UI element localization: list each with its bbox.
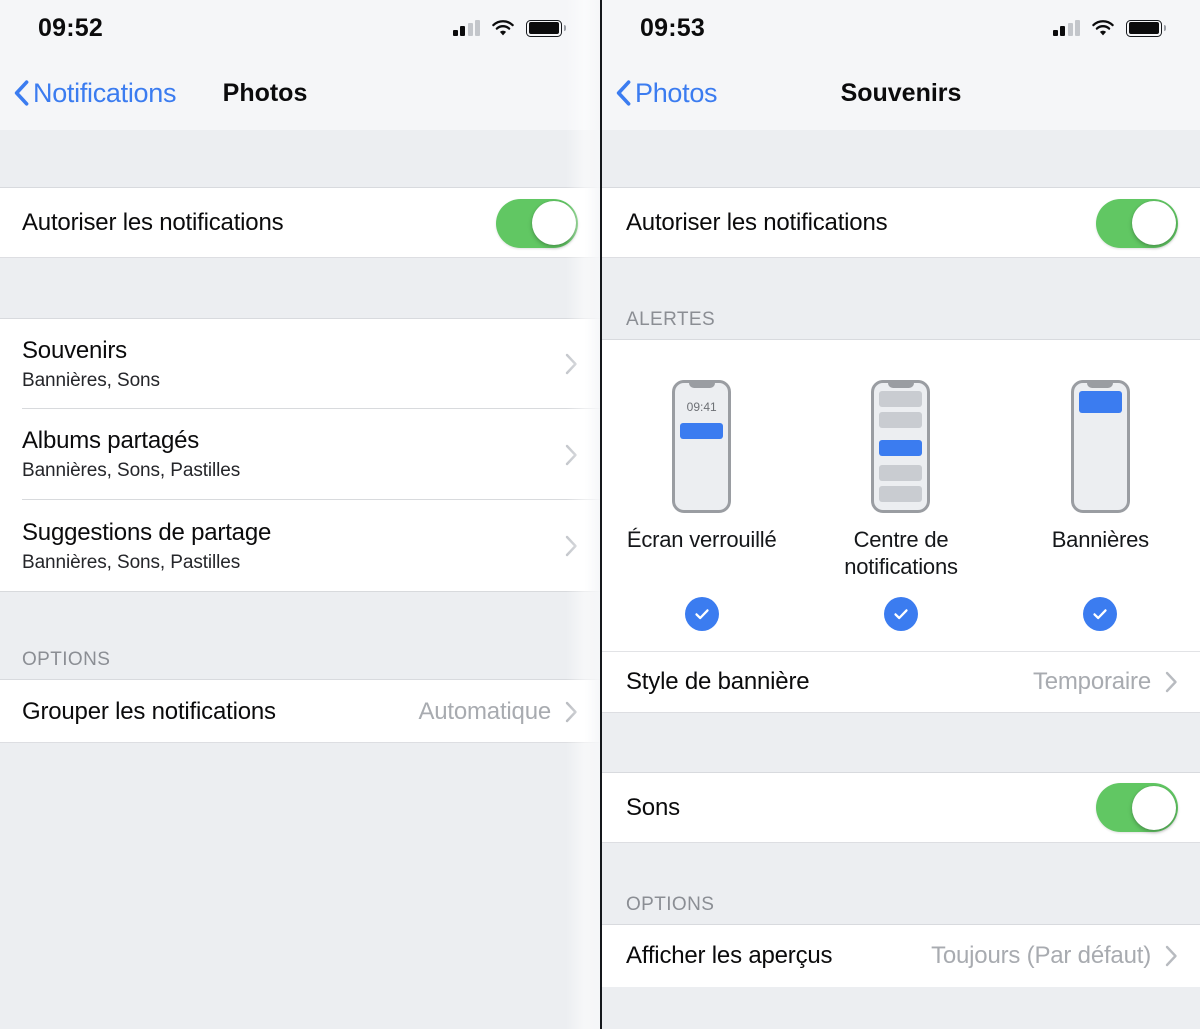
alerts-selection-checkmarks [602, 596, 1200, 631]
allow-notifications-toggle[interactable] [1096, 198, 1178, 248]
options-section-header: OPTIONS [602, 842, 1200, 925]
wifi-icon [491, 19, 515, 37]
chevron-right-icon [1165, 671, 1178, 693]
wifi-icon [1091, 19, 1115, 37]
app-notification-list: Souvenirs Bannières, Sons Albums partagé… [0, 319, 600, 592]
chevron-right-icon [565, 701, 578, 723]
battery-icon [1126, 19, 1166, 37]
section-gap [0, 130, 600, 188]
navigation-bar: Photos Souvenirs [602, 56, 1200, 130]
banner-style-value: Temporaire [1032, 667, 1151, 695]
notification-bar [680, 423, 724, 439]
notch-icon [688, 383, 715, 388]
back-button-label: Photos [635, 77, 718, 108]
show-previews-value: Toujours (Par défaut) [931, 941, 1151, 969]
chevron-right-icon [565, 444, 578, 466]
sounds-label: Sons [626, 793, 680, 821]
alert-option-banners[interactable]: Bannières [1001, 380, 1200, 581]
back-button[interactable]: Photos [602, 77, 718, 109]
allow-notifications-label: Autoriser les notifications [626, 209, 888, 236]
notification-bar [879, 440, 923, 456]
toggle-knob [531, 201, 576, 245]
allow-notifications-label: Autoriser les notifications [22, 209, 284, 236]
status-bar-clock: 09:52 [38, 13, 103, 42]
banner-style-label: Style de bannière [626, 667, 810, 695]
list-item-title: Souvenirs [22, 336, 127, 364]
notch-icon [1087, 383, 1114, 388]
show-previews-label: Afficher les aperçus [626, 941, 833, 969]
right-screen-souvenirs-notifications: 09:53 Photos Souvenirs Autoriser les not… [600, 0, 1200, 1029]
chevron-right-icon [565, 353, 578, 375]
dual-screenshot-stage: 09:52 Notifications Photos Autoriser les… [0, 0, 1200, 1029]
list-item-subtitle: Bannières, Sons, Pastilles [22, 460, 241, 481]
sounds-row[interactable]: Sons [602, 772, 1200, 843]
phone-preview-time: 09:41 [686, 400, 717, 414]
list-item[interactable]: Souvenirs Bannières, Sons [0, 319, 600, 409]
back-button-label: Notifications [33, 77, 177, 108]
cellular-signal-icon [1052, 20, 1080, 36]
notification-bar [879, 465, 923, 481]
show-previews-row[interactable]: Afficher les aperçus Toujours (Par défau… [602, 924, 1200, 987]
list-background [0, 743, 600, 999]
notification-bar [1078, 391, 1122, 413]
checkmark-icon-lock-screen[interactable] [684, 596, 719, 631]
list-item-title: Suggestions de partage [22, 518, 272, 546]
alert-option-label: Écran verrouillé [626, 527, 777, 552]
chevron-right-icon [565, 535, 578, 557]
allow-notifications-row[interactable]: Autoriser les notifications [0, 188, 600, 258]
checkmark-icon-notification-center[interactable] [883, 596, 918, 631]
alerts-section-header: ALERTES [602, 258, 1200, 340]
alerts-options-grid: 09:41 Écran verrouillé Centre de notific… [602, 380, 1200, 581]
section-gap [0, 258, 600, 319]
alerts-style-picker: 09:41 Écran verrouillé Centre de notific… [602, 340, 1200, 651]
picker-bottom-pad [602, 631, 1200, 651]
list-item-subtitle: Bannières, Sons [22, 369, 160, 391]
status-bar-icons [1052, 19, 1166, 37]
alert-option-lock-screen[interactable]: 09:41 Écran verrouillé [602, 380, 801, 581]
row-separator [0, 591, 600, 592]
list-item-subtitle: Bannières, Sons, Pastilles [22, 551, 241, 573]
group-notifications-row[interactable]: Grouper les notifications Automatique [0, 680, 600, 743]
sounds-toggle[interactable] [1096, 783, 1178, 833]
chevron-left-icon [616, 80, 631, 106]
banner-style-row[interactable]: Style de bannière Temporaire [602, 650, 1200, 713]
phone-preview-lock-screen: 09:41 [672, 380, 732, 513]
notification-bar [879, 486, 923, 502]
back-button[interactable]: Notifications [0, 78, 176, 109]
options-section-header: OPTIONS [0, 592, 600, 680]
status-bar: 09:53 [602, 0, 1200, 56]
phone-preview-notification-center [871, 380, 931, 513]
allow-notifications-toggle[interactable] [496, 198, 578, 248]
section-gap [602, 712, 1200, 773]
notch-icon [887, 383, 914, 388]
navigation-bar: Notifications Photos [0, 56, 600, 130]
chevron-left-icon [14, 80, 29, 106]
alert-option-label: Bannières [1051, 527, 1149, 552]
phone-preview-banners [1070, 380, 1130, 513]
chevron-right-icon [1165, 945, 1178, 967]
checkmark-icon-banners[interactable] [1083, 596, 1118, 631]
group-notifications-label: Grouper les notifications [22, 697, 276, 725]
status-bar: 09:52 [0, 0, 600, 56]
battery-icon [526, 19, 566, 37]
notification-bar [879, 391, 923, 407]
status-bar-clock: 09:53 [640, 13, 705, 42]
list-item-title: Albums partagés [22, 427, 200, 454]
list-item[interactable]: Albums partagés Bannières, Sons, Pastill… [0, 409, 600, 500]
toggle-knob [1131, 785, 1176, 830]
list-item[interactable]: Suggestions de partage Bannières, Sons, … [0, 500, 600, 592]
status-bar-icons [452, 19, 566, 37]
toggle-knob [1131, 201, 1176, 245]
group-notifications-value: Automatique [418, 697, 551, 725]
left-screen-photos-notifications: 09:52 Notifications Photos Autoriser les… [0, 0, 600, 1029]
alert-option-notification-center[interactable]: Centre de notifications [801, 380, 1000, 581]
cellular-signal-icon [452, 20, 480, 36]
allow-notifications-row[interactable]: Autoriser les notifications [602, 188, 1200, 258]
section-gap [602, 130, 1200, 188]
alert-option-label: Centre de notifications [844, 527, 958, 579]
notification-bar [879, 412, 923, 428]
